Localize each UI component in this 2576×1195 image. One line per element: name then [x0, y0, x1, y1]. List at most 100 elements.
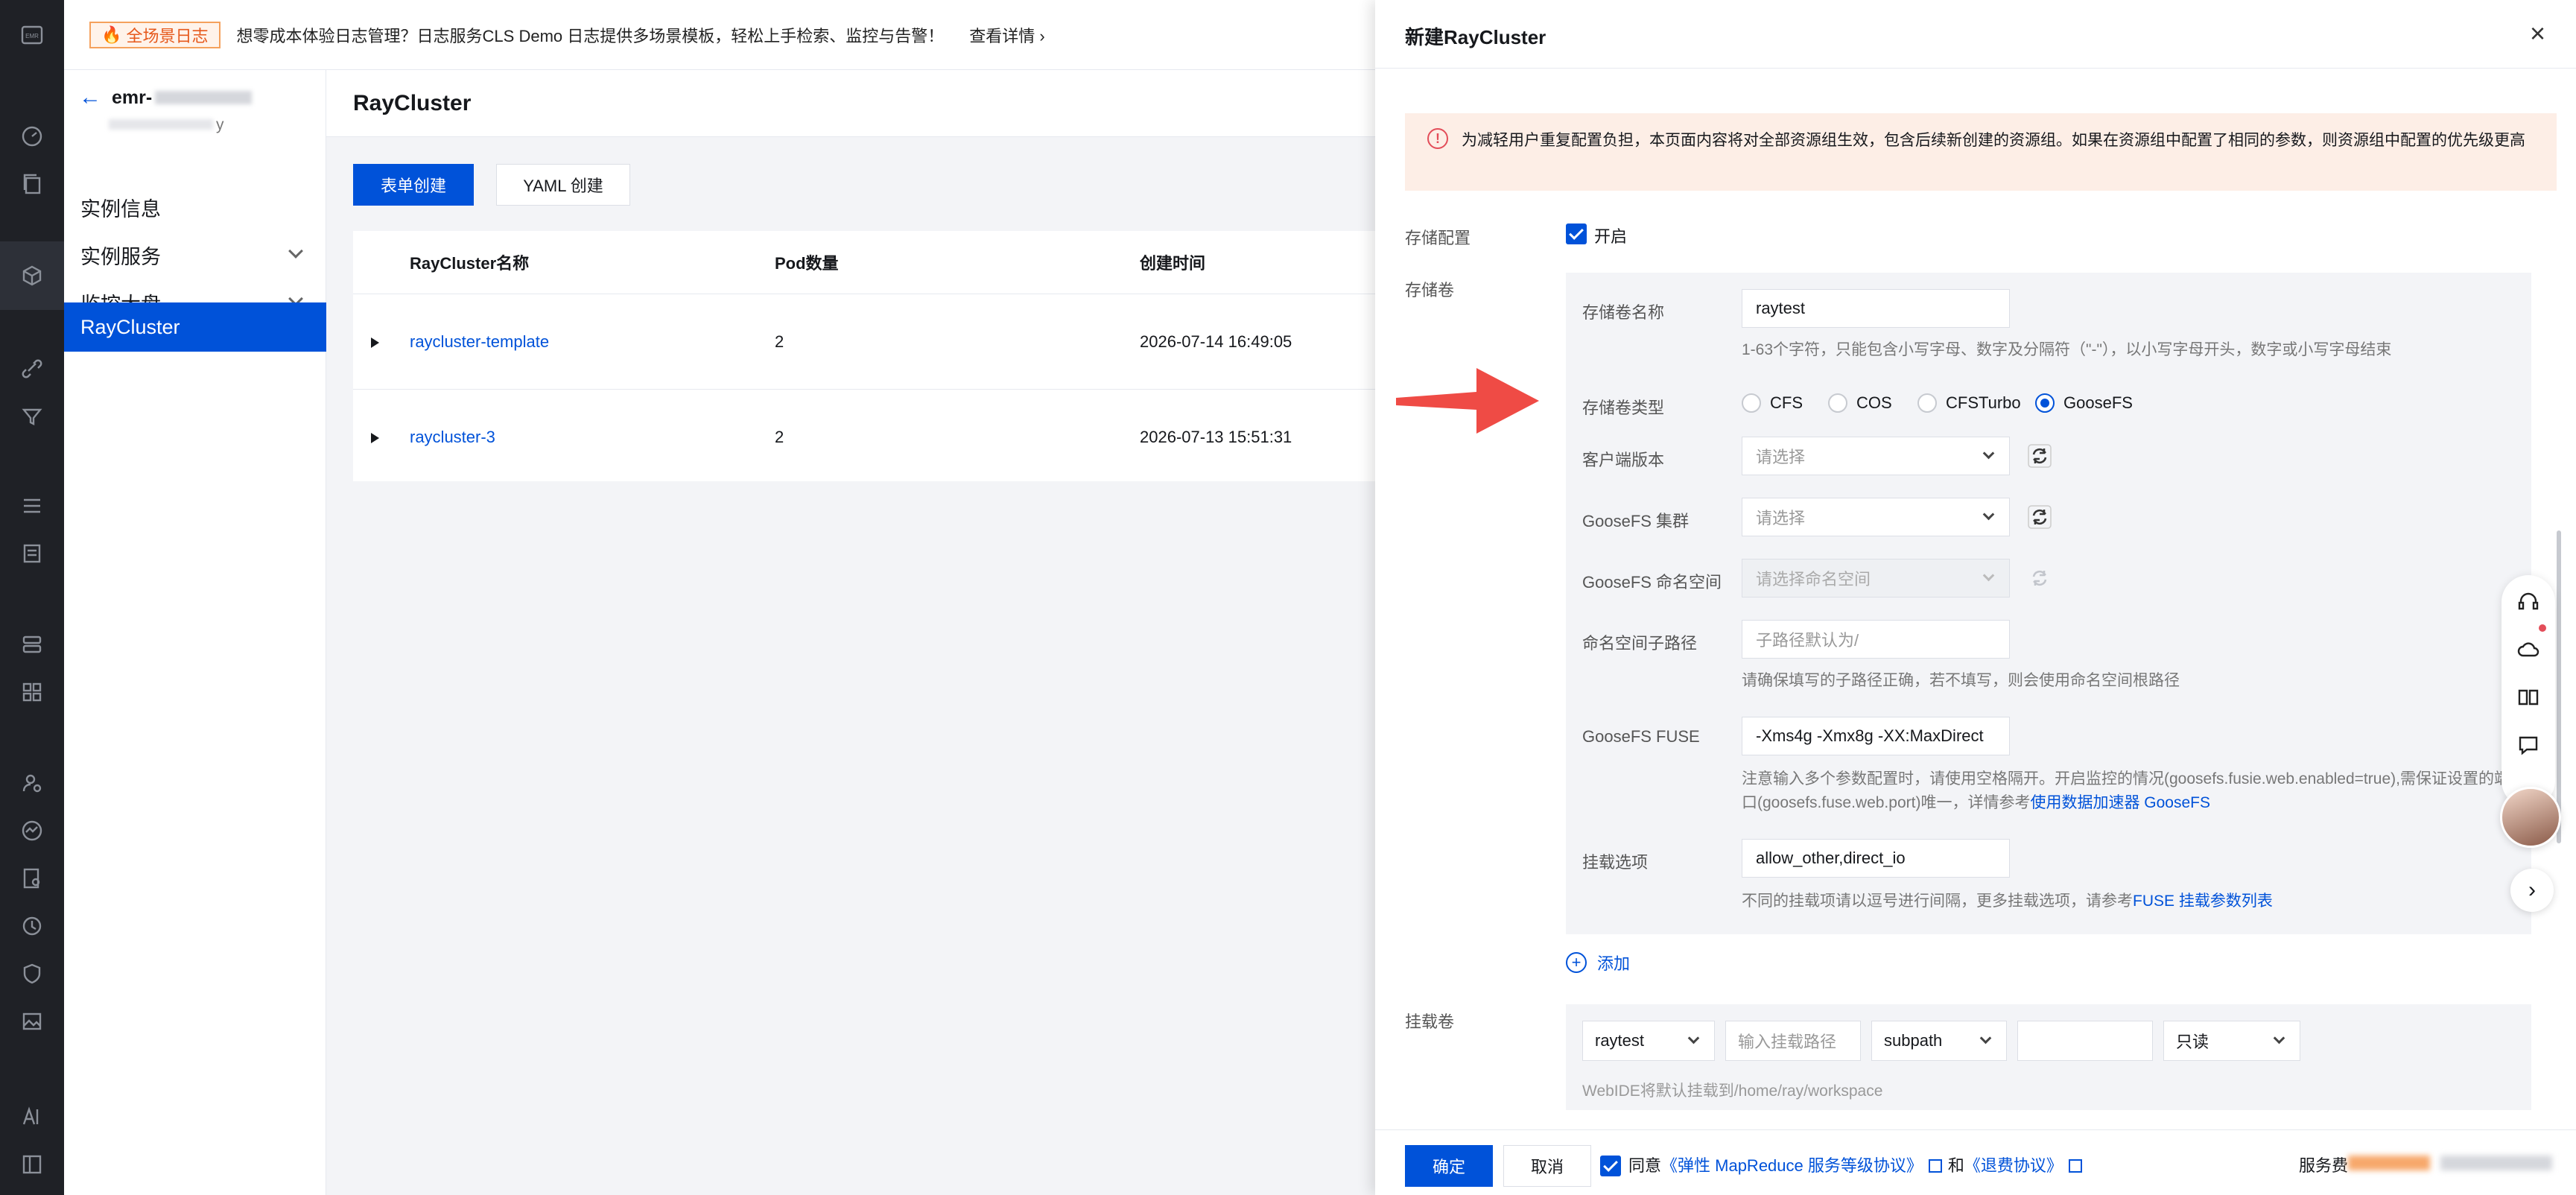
expand-row-icon[interactable] — [371, 433, 379, 443]
chevron-down-icon — [1982, 447, 1995, 460]
instance-id-redacted — [109, 119, 213, 130]
external-link-icon — [2068, 1159, 2082, 1173]
radio-goosefs[interactable]: GooseFS — [2035, 393, 2133, 413]
promo-tag[interactable]: 🔥 全场景日志 — [89, 21, 221, 48]
refresh-icon — [2026, 565, 2053, 592]
confirm-button[interactable]: 确定 — [1405, 1145, 1493, 1187]
volume-name-input[interactable]: raytest — [1742, 289, 2010, 328]
namespace-subpath-input[interactable]: 子路径默认为/ — [1742, 620, 2010, 659]
client-version-select[interactable]: 请选择 — [1742, 437, 2010, 475]
copy-icon[interactable] — [18, 170, 46, 198]
add-label: 添加 — [1597, 954, 1631, 973]
goosefs-fuse-input[interactable]: -Xms4g -Xmx8g -XX:MaxDirect — [1742, 717, 2010, 755]
expand-row-icon[interactable] — [371, 337, 379, 348]
back-to-instances[interactable]: ← emr- — [79, 85, 253, 110]
goosefs-namespace-select[interactable]: 请选择命名空间 — [1742, 559, 2010, 598]
mount-volume-select[interactable]: raytest — [1582, 1021, 1715, 1061]
mount-mode-select[interactable]: 只读 — [2163, 1021, 2300, 1061]
page-header: RayCluster — [326, 70, 1375, 137]
promo-tag-label: 全场景日志 — [126, 26, 209, 45]
server-icon[interactable] — [18, 630, 46, 659]
mount-volume-panel: raytest 输入挂载路径 subpath 只读 WebIDE将默认挂载到/h… — [1566, 1004, 2531, 1110]
raycluster-name-link[interactable]: raycluster-3 — [410, 390, 495, 485]
select-value: raytest — [1595, 1031, 1645, 1050]
ai-icon[interactable] — [18, 1103, 46, 1131]
monitor-icon[interactable] — [18, 817, 46, 845]
apps-grid-icon[interactable] — [18, 678, 46, 706]
document-icon[interactable] — [18, 539, 46, 568]
list-icon[interactable] — [18, 492, 46, 520]
radio-cfsturbo[interactable]: CFSTurbo — [1917, 393, 2021, 413]
storage-config-checkbox[interactable] — [1566, 224, 1587, 244]
book-icon[interactable] — [2516, 685, 2540, 709]
storage-volume-panel: 存储卷名称 raytest 1-63个字符，只能包含小写字母、数字及分隔符（"-… — [1566, 273, 2531, 934]
drawer-header: 新建RayCluster × — [1375, 0, 2576, 69]
assistant-avatar[interactable] — [2500, 787, 2561, 848]
sidebar-item-instance-info[interactable]: 实例信息 — [64, 183, 326, 231]
dashboard-icon[interactable] — [18, 122, 46, 150]
namespace-subpath-help: 请确保填写的子路径正确，若不填写，则会使用命名空间根路径 — [1742, 672, 2180, 689]
svg-text:EMR: EMR — [25, 33, 39, 39]
instance-name: emr- — [112, 86, 153, 108]
config-notice: ! 为减轻用户重复配置负担，本页面内容将对全部资源组生效，包含后续新创建的资源组… — [1405, 113, 2557, 191]
cloud-icon[interactable] — [2516, 638, 2540, 662]
mount-subpath-value-input[interactable] — [2017, 1021, 2153, 1061]
drawer-scrollbar[interactable] — [2557, 530, 2561, 843]
back-arrow-icon[interactable]: ← — [79, 85, 101, 110]
chevron-down-icon — [2273, 1032, 2285, 1045]
column-header-pods: Pod数量 — [775, 254, 839, 273]
radio-label: CFS — [1770, 393, 1803, 412]
link-icon[interactable] — [18, 355, 46, 383]
form-create-button[interactable]: 表单创建 — [353, 164, 474, 206]
storage-config-value: 开启 — [1594, 227, 1628, 246]
goosefs-cluster-select[interactable]: 请选择 — [1742, 498, 2010, 536]
created-time: 2026-07-13 15:51:31 — [1140, 428, 1292, 446]
sidebar-item-raycluster[interactable]: RayCluster — [64, 302, 326, 352]
radio-cos[interactable]: COS — [1828, 393, 1892, 413]
drawer-footer: 确定 取消 同意《弹性 MapReduce 服务等级协议》 和《退费协议》 服务费 — [1375, 1129, 2576, 1195]
instance-sidebar: ← emr- y 实例信息 实例服务 监控大盘 RayCluster — [64, 70, 326, 1195]
notification-dot — [2539, 624, 2546, 632]
refresh-icon[interactable] — [2026, 504, 2053, 530]
fuse-params-link[interactable]: FUSE 挂载参数列表 — [2133, 893, 2273, 910]
mount-subpath-select[interactable]: subpath — [1871, 1021, 2007, 1061]
add-volume-button[interactable]: + 添加 — [1566, 951, 1630, 974]
volume-name-help: 1-63个字符，只能包含小写字母、数字及分隔符（"-"），以小写字母开头，数字或… — [1742, 341, 2392, 358]
radio-dot — [1742, 393, 1761, 413]
chevron-down-icon — [1979, 1032, 1992, 1045]
user-settings-icon[interactable] — [18, 769, 46, 797]
shield-icon[interactable] — [18, 960, 46, 988]
cancel-button[interactable]: 取消 — [1503, 1145, 1591, 1187]
sidebar-toggle-icon[interactable] — [18, 1150, 46, 1179]
headset-icon[interactable] — [2516, 590, 2540, 614]
and-label: 和 — [1947, 1156, 1964, 1175]
refund-link[interactable]: 《退费协议》 — [1964, 1156, 2063, 1175]
yaml-create-button[interactable]: YAML 创建 — [496, 164, 630, 206]
radio-cfs[interactable]: CFS — [1742, 393, 1803, 413]
mount-hint: WebIDE将默认挂载到/home/ray/workspace — [1582, 1083, 1883, 1100]
emr-logo-icon[interactable]: EMR — [18, 21, 46, 49]
volume-type-radio-group: CFS COS CFSTurbo GooseFS — [1742, 393, 2263, 417]
search-doc-icon[interactable] — [18, 864, 46, 893]
floating-toolbar — [2502, 575, 2555, 808]
feedback-icon[interactable] — [2516, 733, 2540, 757]
agree-checkbox[interactable] — [1600, 1156, 1621, 1176]
goosefs-doc-link[interactable]: 使用数据加速器 GooseFS — [2030, 794, 2210, 811]
chevron-right-icon[interactable]: › — [2510, 869, 2554, 912]
sla-link[interactable]: 《弹性 MapReduce 服务等级协议》 — [1661, 1156, 1923, 1175]
mount-path-input[interactable]: 输入挂载路径 — [1725, 1021, 1861, 1061]
refresh-icon[interactable] — [2026, 443, 2053, 469]
mount-options-input[interactable]: allow_other,direct_io — [1742, 839, 2010, 878]
raycluster-name-link[interactable]: raycluster-template — [410, 294, 549, 390]
storage-volume-label: 存储卷 — [1405, 281, 1455, 299]
security-icon[interactable] — [18, 912, 46, 940]
filter-icon[interactable] — [18, 402, 46, 431]
radio-label: CFSTurbo — [1946, 393, 2021, 412]
container-cube-icon[interactable] — [0, 241, 64, 310]
chevron-down-icon — [1982, 508, 1995, 521]
image-icon[interactable] — [18, 1007, 46, 1036]
promo-detail-link[interactable]: 查看详情 › — [969, 23, 1044, 47]
sidebar-item-instance-services[interactable]: 实例服务 — [64, 231, 326, 279]
close-icon[interactable]: × — [2530, 18, 2545, 49]
select-placeholder: 请选择 — [1756, 509, 1806, 527]
